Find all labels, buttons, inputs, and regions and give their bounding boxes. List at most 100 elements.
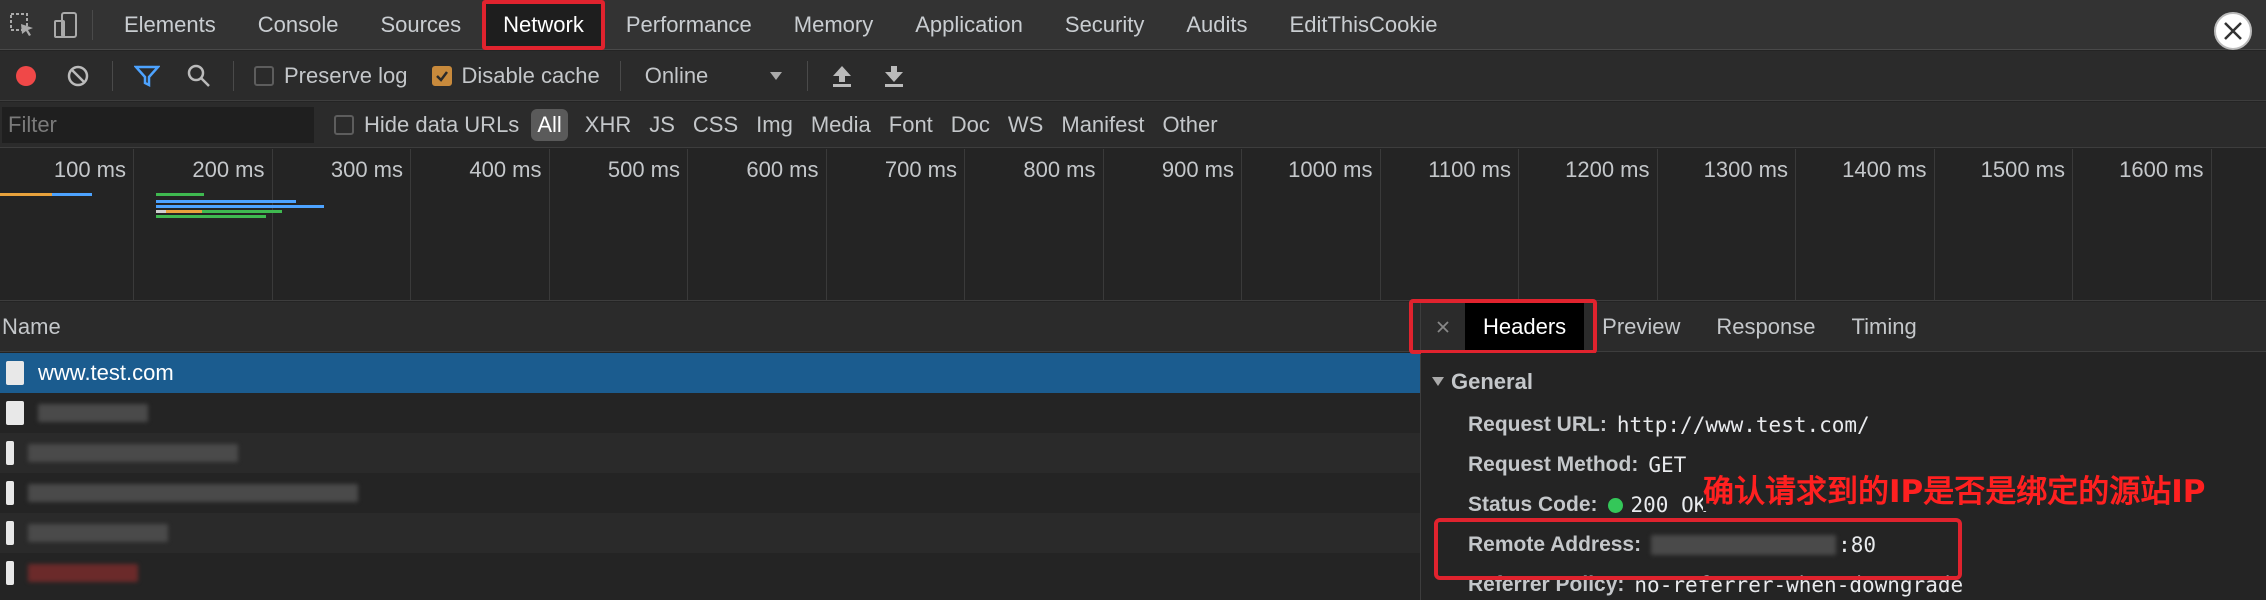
- table-row[interactable]: [0, 553, 1420, 593]
- type-filter-other[interactable]: Other: [1154, 109, 1227, 141]
- type-filter-img[interactable]: Img: [747, 109, 802, 141]
- status-code-value: 200 OK: [1630, 493, 1707, 517]
- tab-performance[interactable]: Performance: [605, 0, 773, 50]
- type-filter-media[interactable]: Media: [802, 109, 880, 141]
- timeline-bar: [156, 200, 296, 203]
- tab-elements[interactable]: Elements: [103, 0, 237, 50]
- type-filter-js[interactable]: JS: [640, 109, 684, 141]
- export-har-button[interactable]: [868, 51, 920, 101]
- general-section-toggle[interactable]: General: [1431, 369, 1533, 395]
- tab-separator: [92, 9, 93, 40]
- timeline-overview[interactable]: 100 ms 200 ms 300 ms 400 ms 500 ms 600 ms 700 …: [0, 149, 2266, 301]
- redacted-name: [28, 484, 358, 502]
- timeline-bar: [202, 210, 282, 213]
- close-icon: [2224, 22, 2242, 40]
- redacted-name: [38, 404, 148, 422]
- timeline-bar: [156, 210, 166, 213]
- timeline-tick-label: 1100 ms: [1428, 157, 1511, 182]
- checkbox-box[interactable]: [334, 114, 354, 135]
- status-code-row: Status Code: 200 OK: [1468, 493, 1706, 517]
- clear-button[interactable]: [52, 51, 104, 101]
- type-filter-xhr[interactable]: XHR: [576, 109, 640, 141]
- hide-data-urls-label: Hide data URLs: [364, 111, 520, 137]
- tab-sources[interactable]: Sources: [359, 0, 482, 50]
- timeline-tick-label: 1500 ms: [1980, 157, 2065, 182]
- throttling-select[interactable]: Online: [629, 63, 799, 89]
- filter-toggle-button[interactable]: [121, 51, 173, 101]
- type-filter-all[interactable]: All: [531, 108, 568, 141]
- type-filter-ws[interactable]: WS: [999, 109, 1052, 141]
- timeline-tick-label: 1400 ms: [1842, 157, 1927, 182]
- disable-cache-label: Disable cache: [461, 62, 600, 88]
- tab-preview[interactable]: Preview: [1584, 302, 1698, 352]
- tab-network[interactable]: Network: [482, 0, 605, 50]
- annotation-text: 确认请求到的IP是否是绑定的源站IP: [1703, 466, 2206, 511]
- file-icon: [6, 561, 14, 585]
- status-code-label: Status Code:: [1468, 493, 1598, 516]
- redacted-name: [28, 524, 168, 542]
- toolbar-separator: [619, 60, 621, 91]
- timeline-gridline: [2210, 149, 2212, 300]
- import-har-button[interactable]: [816, 51, 868, 101]
- timeline-tick-label: 500 ms: [607, 157, 680, 182]
- request-list: www.test.com: [0, 353, 1420, 600]
- general-section-title: General: [1451, 369, 1533, 394]
- table-row[interactable]: [0, 473, 1420, 513]
- device-toolbar-icon[interactable]: [44, 0, 88, 50]
- checkbox-box[interactable]: [254, 65, 274, 86]
- toolbar-separator: [806, 60, 808, 91]
- download-icon: [884, 65, 903, 87]
- timeline-tick-label: 900 ms: [1161, 157, 1234, 182]
- type-filter-manifest[interactable]: Manifest: [1052, 109, 1153, 141]
- timeline-tick-label: 600 ms: [746, 157, 819, 182]
- preserve-log-checkbox[interactable]: Preserve log: [242, 63, 420, 89]
- table-row[interactable]: [0, 433, 1420, 473]
- request-method-value: GET: [1648, 453, 1687, 477]
- tab-editthiscookie[interactable]: EditThisCookie: [1269, 0, 1459, 50]
- tab-memory[interactable]: Memory: [773, 0, 894, 50]
- checkbox-box[interactable]: [431, 65, 452, 86]
- request-method-row: Request Method: GET: [1468, 453, 1686, 477]
- table-row[interactable]: www.test.com: [0, 353, 1420, 393]
- timeline-tick-label: 1000 ms: [1288, 157, 1373, 182]
- name-column-header[interactable]: Name: [0, 302, 1420, 352]
- checkmark-icon: [435, 70, 448, 82]
- tab-application[interactable]: Application: [894, 0, 1044, 50]
- remote-address-highlight-box: [1434, 518, 1962, 580]
- record-button[interactable]: [0, 51, 52, 101]
- tab-audits[interactable]: Audits: [1165, 0, 1268, 50]
- timeline-tick-label: 1600 ms: [2119, 157, 2204, 182]
- tab-security[interactable]: Security: [1044, 0, 1165, 50]
- file-icon: [6, 441, 14, 465]
- triangle-down-icon: [1432, 377, 1444, 386]
- timeline-tick-label: 700 ms: [884, 157, 957, 182]
- name-column-label: Name: [2, 313, 61, 339]
- timeline-tick-label: 200 ms: [192, 157, 265, 182]
- status-ok-icon: [1607, 497, 1623, 513]
- redacted-name: [28, 564, 138, 582]
- tab-console[interactable]: Console: [237, 0, 360, 50]
- type-filter-doc[interactable]: Doc: [942, 109, 999, 141]
- filter-bar: Hide data URLs All XHR JS CSS Img Media …: [0, 102, 2266, 148]
- table-row[interactable]: [0, 513, 1420, 553]
- disable-cache-checkbox[interactable]: Disable cache: [420, 63, 612, 89]
- hide-data-urls-checkbox[interactable]: Hide data URLs: [314, 112, 531, 138]
- search-button[interactable]: [173, 51, 225, 101]
- type-filter-font[interactable]: Font: [880, 109, 942, 141]
- main-tab-bar: Elements Console Sources Network Perform…: [0, 0, 2266, 50]
- filter-icon: [134, 65, 160, 87]
- inspect-element-icon[interactable]: [0, 0, 44, 50]
- tab-timing[interactable]: Timing: [1833, 302, 1934, 352]
- close-devtools-button[interactable]: [2214, 12, 2252, 50]
- headers-highlight-box: [1409, 299, 1597, 354]
- timeline-tick-label: 800 ms: [1023, 157, 1096, 182]
- table-row[interactable]: [0, 393, 1420, 433]
- filter-input[interactable]: [2, 106, 314, 143]
- upload-icon: [832, 65, 851, 87]
- tab-response[interactable]: Response: [1698, 302, 1833, 352]
- toolbar-separator: [112, 60, 113, 91]
- timeline-bar: [156, 215, 266, 218]
- type-filter-css[interactable]: CSS: [684, 109, 747, 141]
- timeline-bar: [166, 210, 202, 213]
- timeline-bar: [0, 193, 52, 196]
